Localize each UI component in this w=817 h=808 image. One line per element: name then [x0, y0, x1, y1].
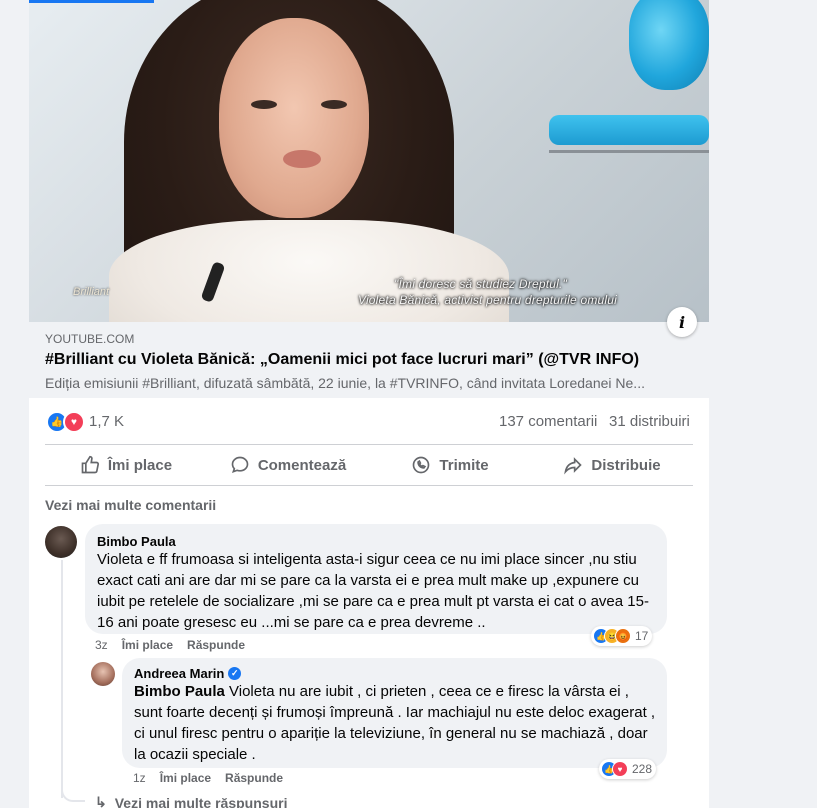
- avatar[interactable]: [91, 662, 115, 686]
- progress-accent: [29, 0, 154, 3]
- more-replies-link[interactable]: ↳ Vezi mai multe răspunsuri: [95, 794, 287, 808]
- share-button-label: Distribuie: [591, 456, 661, 474]
- reply-author-name: Andreea Marin: [134, 666, 225, 681]
- page-background: [709, 0, 817, 808]
- comment-reactions[interactable]: 👍 😆 😡 17: [591, 626, 653, 646]
- shares-count[interactable]: 31 distribuiri: [609, 413, 690, 430]
- comment-bubble: Bimbo Paula Violeta e ff frumoasa si int…: [85, 524, 667, 634]
- thread-line: [61, 560, 63, 798]
- comment-time[interactable]: 3z: [95, 638, 108, 652]
- messenger-icon: [413, 456, 430, 474]
- reply-reactions[interactable]: 👍 ♥ 228: [599, 759, 657, 779]
- comment-reply-button[interactable]: Răspunde: [187, 638, 245, 652]
- decor-glass: [629, 0, 709, 90]
- comments-count[interactable]: 137 comentarii: [499, 413, 597, 430]
- reply-time[interactable]: 1z: [133, 771, 146, 785]
- share-arrow-icon: [564, 457, 583, 475]
- reply-reply-button[interactable]: Răspunde: [225, 771, 283, 785]
- avatar[interactable]: [45, 526, 77, 558]
- comment-reaction-count: 17: [635, 629, 649, 643]
- info-icon[interactable]: i: [667, 307, 697, 337]
- video-watermark: Brilliant: [73, 286, 110, 298]
- link-description: Ediția emisiunii #Brilliant, difuzată sâ…: [45, 375, 645, 391]
- person-face: [219, 18, 369, 218]
- reply-bubble: Andreea Marin ✓ Bimbo Paula Violeta nu a…: [122, 658, 667, 768]
- reply-text: Bimbo Paula Violeta nu are iubit , ci pr…: [134, 681, 659, 765]
- reply-reaction-count: 228: [632, 762, 653, 776]
- share-button[interactable]: Distribuie: [531, 445, 693, 485]
- like-button[interactable]: Îmi place: [45, 445, 207, 485]
- comment-bubble-icon: [231, 456, 249, 474]
- more-replies-label: Vezi mai multe răspunsuri: [114, 794, 288, 808]
- send-button-label: Trimite: [439, 456, 489, 474]
- verified-badge-icon: ✓: [228, 667, 242, 680]
- reply-meta: 1z Îmi place Răspunde: [133, 771, 283, 785]
- love-reaction-icon: ♥: [63, 411, 85, 433]
- video-subtitle-line2: Violeta Bănică, activist pentru drepturi…: [357, 293, 617, 307]
- link-domain: YOUTUBE.COM: [45, 332, 135, 346]
- person-eye-left: [251, 100, 277, 109]
- reaction-count[interactable]: 1,7 K: [89, 413, 124, 430]
- video-subtitle-line1: "Îmi doresc să studiez Dreptul.": [394, 277, 567, 291]
- comment-meta: 3z Îmi place Răspunde: [95, 638, 245, 652]
- link-preview[interactable]: YOUTUBE.COM #Brilliant cu Violeta Bănică…: [29, 322, 709, 398]
- post-actions: Îmi place Comentează Trimite Distribuie: [45, 444, 693, 486]
- person-lips: [283, 150, 321, 168]
- post-card: Brilliant "Îmi doresc să studiez Dreptul…: [29, 0, 709, 808]
- love-reaction-icon: ♥: [612, 761, 628, 777]
- angry-reaction-icon: 😡: [615, 628, 631, 644]
- send-button[interactable]: Trimite: [369, 445, 531, 485]
- reaction-icons[interactable]: 👍 ♥: [46, 411, 85, 433]
- thumbs-up-icon: [81, 455, 99, 474]
- decor-table: [549, 115, 709, 145]
- thread-curve: [61, 766, 85, 802]
- more-comments-link[interactable]: Vezi mai multe comentarii: [45, 497, 216, 513]
- decor-shelf: [549, 150, 709, 153]
- like-button-label: Îmi place: [107, 456, 173, 474]
- reply-author[interactable]: Andreea Marin ✓: [134, 666, 242, 681]
- link-title[interactable]: #Brilliant cu Violeta Bănică: „Oamenii m…: [45, 351, 639, 369]
- video-thumbnail[interactable]: Brilliant "Îmi doresc să studiez Dreptul…: [29, 0, 709, 322]
- comment-button[interactable]: Comentează: [207, 445, 369, 485]
- comment-author[interactable]: Bimbo Paula: [97, 534, 176, 549]
- comment-button-label: Comentează: [257, 456, 347, 474]
- comment-like-button[interactable]: Îmi place: [122, 638, 173, 652]
- post-stats: 👍 ♥ 1,7 K 137 comentarii 31 distribuiri: [29, 398, 709, 444]
- mention-link[interactable]: Bimbo Paula: [134, 683, 225, 700]
- person-eye-right: [321, 100, 347, 109]
- reply-arrow-icon: ↳: [95, 794, 107, 808]
- comment-text: Violeta e ff frumoasa si inteligenta ast…: [97, 551, 649, 631]
- reply-like-button[interactable]: Îmi place: [160, 771, 211, 785]
